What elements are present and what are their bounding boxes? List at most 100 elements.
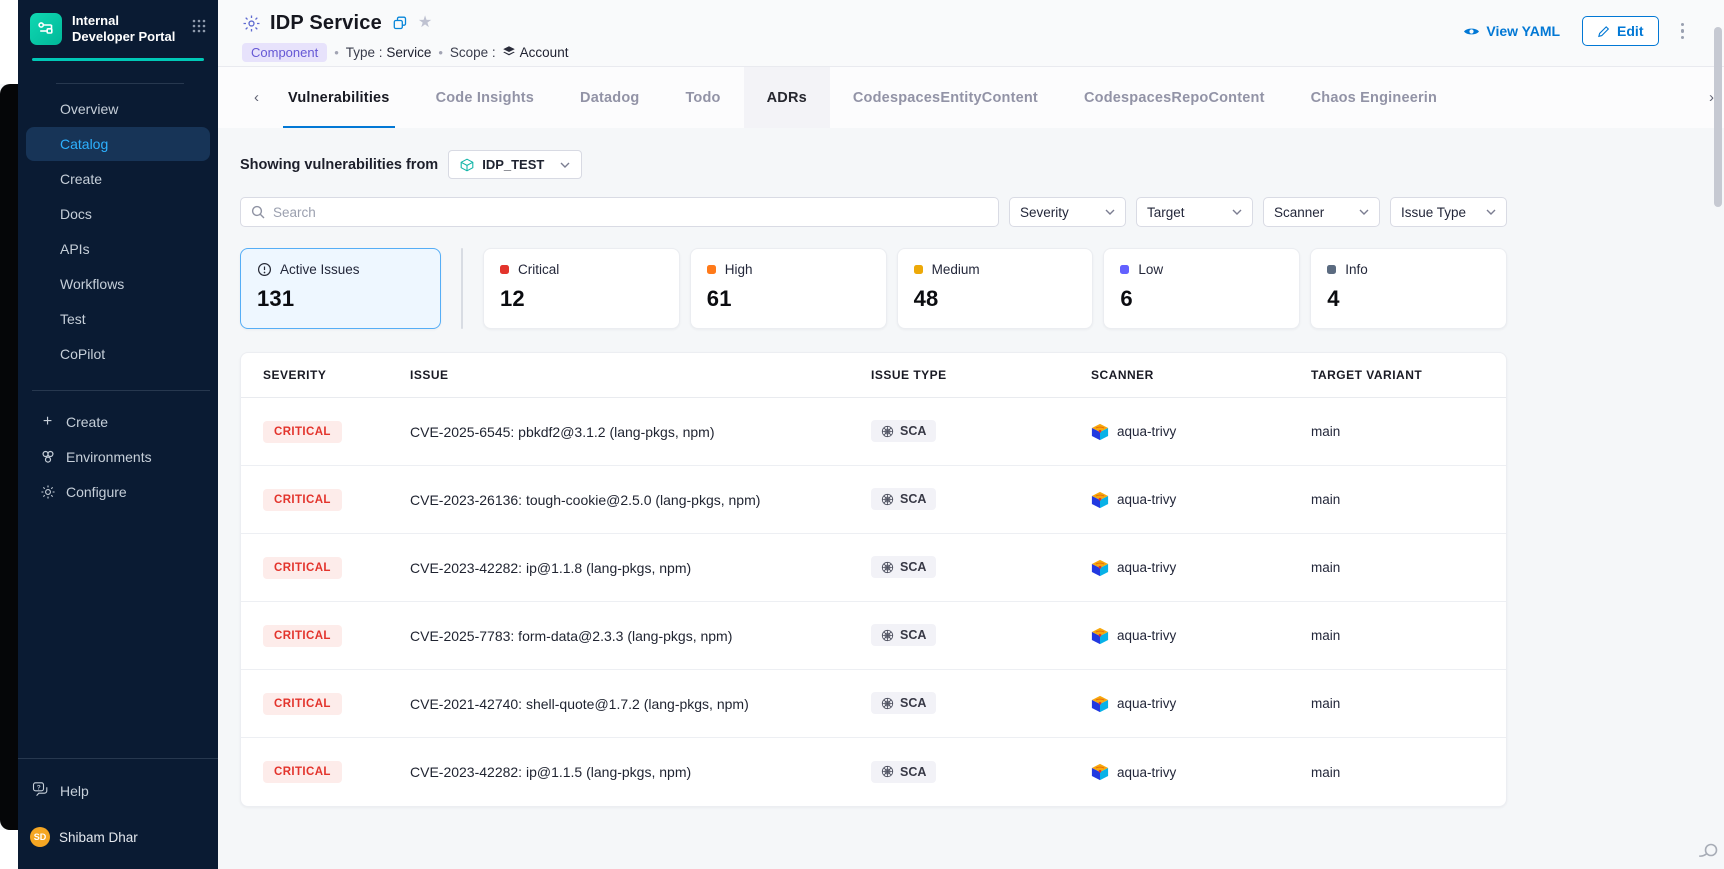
- active-issues-value: 131: [257, 286, 424, 312]
- project-selector[interactable]: IDP_TEST: [448, 150, 582, 179]
- vertical-scrollbar[interactable]: [1714, 27, 1722, 207]
- severity-card-low[interactable]: Low 6: [1103, 248, 1300, 329]
- active-issues-card[interactable]: Active Issues 131: [240, 248, 441, 329]
- sidebar-item-copilot[interactable]: CoPilot: [26, 337, 210, 371]
- tab-datadog[interactable]: Datadog: [557, 67, 662, 128]
- sidebar-item-environments[interactable]: Environments: [26, 440, 210, 475]
- screen-edge-strip: [0, 84, 18, 830]
- issue-type-label: SCA: [900, 424, 926, 438]
- scanner-name: aqua-trivy: [1117, 560, 1176, 575]
- sidebar-header: Internal Developer Portal: [18, 0, 218, 61]
- table-row[interactable]: CRITICAL CVE-2023-42282: ip@1.1.5 (lang-…: [241, 738, 1506, 806]
- issue-title: CVE-2023-26136: tough-cookie@2.5.0 (lang…: [410, 492, 871, 508]
- severity-badge: CRITICAL: [263, 625, 342, 647]
- sca-web-icon: [881, 561, 894, 574]
- severity-badge: CRITICAL: [263, 557, 342, 579]
- severity-badge: CRITICAL: [263, 489, 342, 511]
- chevron-down-icon: [1105, 209, 1115, 215]
- entity-scope-label: Scope :: [450, 45, 496, 60]
- meta-separator: •: [438, 45, 443, 60]
- tab-chaos-engineerin[interactable]: Chaos Engineerin: [1288, 67, 1460, 128]
- severity-count: 48: [914, 286, 1077, 312]
- vulnerabilities-table: SEVERITYISSUEISSUE TYPESCANNERTARGET VAR…: [240, 352, 1507, 807]
- filter-severity[interactable]: Severity: [1009, 197, 1126, 227]
- favorite-star-icon[interactable]: ★: [418, 15, 432, 31]
- filter-scanner[interactable]: Scanner: [1263, 197, 1380, 227]
- severity-card-info[interactable]: Info 4: [1310, 248, 1507, 329]
- sidebar-nav: Overview Catalog Create Docs APIsWorkflows Te…: [18, 84, 218, 372]
- sidebar-item-docs[interactable]: Docs: [26, 197, 210, 231]
- sidebar-item-overview[interactable]: Overview: [26, 92, 210, 126]
- issue-title: CVE-2025-6545: pbkdf2@3.1.2 (lang-pkgs, …: [410, 424, 871, 440]
- view-yaml-button[interactable]: View YAML: [1463, 23, 1560, 39]
- screen-edge-bottom-gap: [0, 830, 18, 869]
- app-title: Internal Developer Portal: [72, 13, 180, 46]
- user-name: Shibam Dhar: [59, 830, 138, 845]
- showing-vulnerabilities-label: Showing vulnerabilities from: [240, 157, 438, 173]
- column-header: ISSUE: [410, 368, 871, 382]
- issue-type-badge: SCA: [871, 420, 936, 442]
- severity-card-high[interactable]: High 61: [690, 248, 887, 329]
- chevron-down-icon: [1486, 209, 1496, 215]
- tab-codespacesentitycontent[interactable]: CodespacesEntityContent: [830, 67, 1061, 128]
- tabs-scroll-left-icon[interactable]: ‹: [248, 89, 265, 106]
- sidebar-item-label: Catalog: [60, 136, 108, 152]
- sidebar-item-label: Create: [66, 414, 108, 430]
- more-options-icon[interactable]: [1675, 19, 1691, 43]
- target-variant: main: [1311, 424, 1506, 439]
- sca-web-icon: [881, 697, 894, 710]
- severity-card-critical[interactable]: Critical 12: [483, 248, 680, 329]
- filter-target[interactable]: Target: [1136, 197, 1253, 227]
- app-switcher-icon[interactable]: [192, 19, 206, 38]
- sidebar-item-label: Docs: [60, 206, 92, 222]
- user-menu[interactable]: SD Shibam Dhar: [18, 801, 218, 869]
- plus-icon: +: [39, 413, 56, 431]
- sidebar-item-workflows[interactable]: Workflows: [26, 267, 210, 301]
- edit-button[interactable]: Edit: [1582, 16, 1658, 46]
- tab-adrs[interactable]: ADRs: [744, 67, 830, 128]
- page-title: IDP Service: [270, 12, 382, 35]
- tab-vulnerabilities[interactable]: Vulnerabilities: [265, 67, 413, 128]
- help-chat-icon: ?: [32, 781, 50, 801]
- search-input[interactable]: [273, 205, 988, 220]
- filter-issue-type[interactable]: Issue Type: [1390, 197, 1507, 227]
- sidebar-divider: [32, 390, 210, 391]
- sidebar-item-configure[interactable]: Configure: [26, 475, 210, 510]
- severity-label: Low: [1138, 262, 1163, 277]
- tab-codespacesrepocontent[interactable]: CodespacesRepoContent: [1061, 67, 1288, 128]
- sidebar-item-catalog[interactable]: Catalog: [26, 127, 210, 161]
- severity-label: Critical: [518, 262, 559, 277]
- aqua-trivy-icon: [1091, 423, 1109, 441]
- help-button[interactable]: ? Help: [18, 759, 218, 801]
- app-logo-icon[interactable]: [30, 13, 62, 45]
- severity-dot: [1120, 265, 1129, 274]
- sidebar-item-create[interactable]: + Create: [26, 405, 210, 440]
- table-row[interactable]: CRITICAL CVE-2025-6545: pbkdf2@3.1.2 (la…: [241, 398, 1506, 466]
- table-row[interactable]: CRITICAL CVE-2023-26136: tough-cookie@2.…: [241, 466, 1506, 534]
- header-actions: View YAML Edit: [1463, 16, 1690, 46]
- copy-icon[interactable]: [393, 16, 407, 30]
- scanner-cell: aqua-trivy: [1091, 627, 1311, 645]
- scope-layers-icon: [502, 45, 516, 59]
- aqua-trivy-icon: [1091, 763, 1109, 781]
- severity-card-medium[interactable]: Medium 48: [897, 248, 1094, 329]
- table-row[interactable]: CRITICAL CVE-2023-42282: ip@1.1.8 (lang-…: [241, 534, 1506, 602]
- scanner-cell: aqua-trivy: [1091, 559, 1311, 577]
- issue-type-label: SCA: [900, 560, 926, 574]
- floating-helper-icon[interactable]: [1698, 842, 1718, 865]
- scanner-name: aqua-trivy: [1117, 628, 1176, 643]
- view-yaml-label: View YAML: [1486, 23, 1560, 39]
- sidebar-item-test[interactable]: Test: [26, 302, 210, 336]
- sidebar-item-create[interactable]: Create: [26, 162, 210, 196]
- table-body: CRITICAL CVE-2025-6545: pbkdf2@3.1.2 (la…: [241, 398, 1506, 806]
- tab-todo[interactable]: Todo: [662, 67, 743, 128]
- table-row[interactable]: CRITICAL CVE-2025-7783: form-data@2.3.3 …: [241, 602, 1506, 670]
- sidebar-item-apis[interactable]: APIs: [26, 232, 210, 266]
- sidebar-item-label: Test: [60, 311, 86, 327]
- issue-type-badge: SCA: [871, 488, 936, 510]
- table-row[interactable]: CRITICAL CVE-2021-42740: shell-quote@1.7…: [241, 670, 1506, 738]
- screen-edge-top-gap: [0, 0, 18, 84]
- sca-web-icon: [881, 765, 894, 778]
- tab-label: Vulnerabilities: [288, 90, 390, 106]
- tab-code-insights[interactable]: Code Insights: [413, 67, 557, 128]
